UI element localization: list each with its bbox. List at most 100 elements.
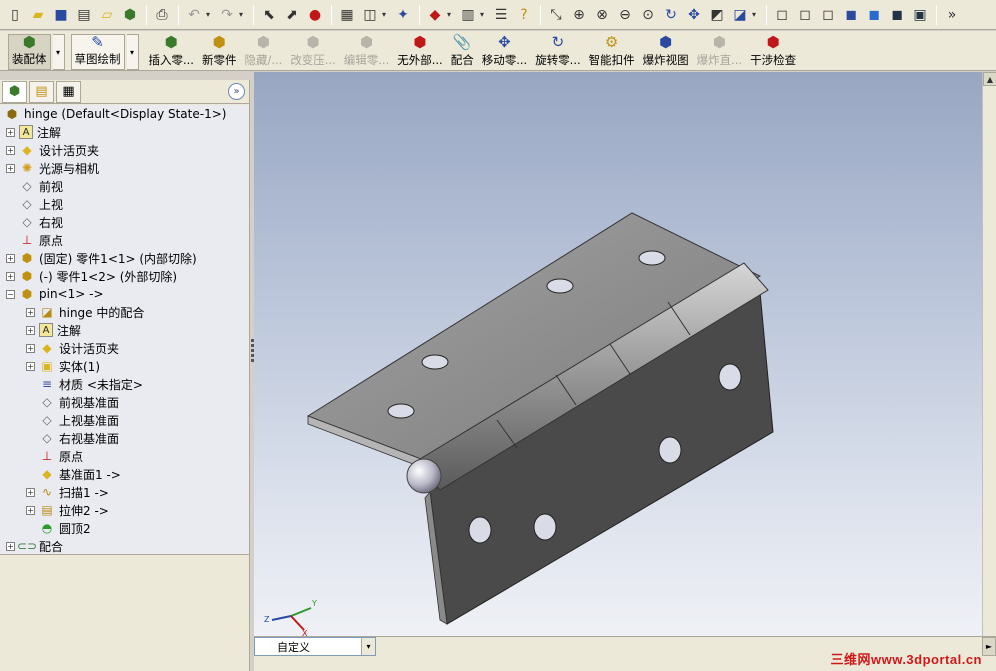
view-orientation-select[interactable]: 自定义 ▾ — [254, 637, 376, 656]
sketch-dropdown[interactable]: ▾ — [126, 34, 139, 70]
chevron-down-icon[interactable]: ▾ — [361, 638, 375, 655]
display-style-icon[interactable]: ◪ — [729, 4, 751, 26]
chevron-down-icon[interactable]: ▾ — [480, 10, 488, 19]
display-pane-icon[interactable]: ▥ — [457, 4, 479, 26]
chevron-down-icon[interactable]: ▾ — [206, 10, 214, 19]
view-orient-icon[interactable]: ◫ — [359, 4, 381, 26]
appearance-icon[interactable]: ◆ — [424, 4, 446, 26]
pin-head[interactable] — [406, 458, 442, 494]
insert-component-button[interactable]: ⬢ 插入零... — [145, 33, 198, 70]
vertical-scrollbar[interactable]: ▲ — [982, 72, 996, 636]
redo-icon[interactable]: ↷ — [216, 4, 238, 26]
select-icon[interactable]: ⬉ — [258, 4, 280, 26]
rotate-icon[interactable]: ✦ — [392, 4, 414, 26]
chevron-down-icon[interactable]: ▾ — [447, 10, 455, 19]
tree-node[interactable]: ≡ 材质 <未指定> — [26, 375, 143, 393]
tree-node[interactable]: ⊥ 原点 — [26, 447, 83, 465]
hidden-removed-icon[interactable]: ◻ — [817, 4, 839, 26]
hidden-lines-icon[interactable]: ◻ — [794, 4, 816, 26]
tree-node[interactable]: + ▤ 拉伸2 -> — [26, 501, 109, 519]
tree-node[interactable]: + ▣ 实体(1) — [26, 357, 100, 375]
new-icon[interactable]: ▯ — [4, 4, 26, 26]
expand-icon[interactable]: + — [6, 163, 15, 173]
scroll-right-icon[interactable]: ► — [982, 637, 996, 656]
tree-node[interactable]: ⊥ 原点 — [6, 231, 63, 249]
tree-node[interactable]: ◇ 右视基准面 — [26, 429, 119, 447]
open-folder-icon[interactable]: ▱ — [96, 4, 118, 26]
options-icon[interactable]: ⬢ — [119, 4, 141, 26]
tree-node[interactable]: + ◆ 设计活页夹 — [26, 339, 119, 357]
collapse-icon[interactable]: − — [6, 289, 15, 299]
tree-node[interactable]: ◇ 上视基准面 — [26, 411, 119, 429]
scroll-up-icon[interactable]: ▲ — [983, 72, 996, 86]
assembly-tab[interactable]: ⬢ 装配体 — [8, 33, 51, 70]
tree-node[interactable]: + ⊂⊃ 配合 — [6, 537, 63, 555]
sketch-tab[interactable]: ✎ 草图绘制 — [70, 33, 125, 70]
list-icon[interactable]: ☰ — [490, 4, 512, 26]
print-preview-icon[interactable]: ▤ — [73, 4, 95, 26]
tree-node[interactable]: + ⬢ (固定) 零件1<1> (内部切除) — [6, 249, 197, 267]
traffic-light-icon[interactable]: ● — [304, 4, 326, 26]
expand-icon[interactable]: + — [6, 271, 15, 281]
help-icon[interactable]: ? — [513, 4, 535, 26]
open-icon[interactable]: ▰ — [27, 4, 49, 26]
new-part-button[interactable]: ⬢ 新零件 — [198, 33, 241, 70]
tree-node[interactable]: ◓ 圆顶2 — [26, 519, 91, 537]
shadows-icon[interactable]: ◼ — [886, 4, 908, 26]
tree-node[interactable]: ◇ 前视 — [6, 177, 63, 195]
zoom-select-icon[interactable]: ⊗ — [591, 4, 613, 26]
no-external-refs-button[interactable]: ⬢ 无外部... — [393, 33, 446, 70]
move-component-button[interactable]: ✥ 移动零... — [478, 33, 531, 70]
expand-icon[interactable]: + — [6, 253, 15, 263]
tree-node[interactable]: − ⬢ pin<1> -> — [6, 285, 104, 303]
exploded-view-button[interactable]: ⬢ 爆炸视图 — [639, 33, 693, 70]
expand-icon[interactable]: + — [6, 541, 15, 551]
section-icon[interactable]: ◩ — [706, 4, 728, 26]
chevron-down-icon[interactable]: ▾ — [752, 10, 760, 19]
chevron-down-icon[interactable]: ▾ — [382, 10, 390, 19]
expand-icon[interactable]: + — [26, 307, 35, 317]
expand-icon[interactable]: + — [26, 361, 35, 371]
more-icon[interactable]: » — [941, 4, 963, 26]
graphics-area[interactable]: Y X Z ▲ 自定义 ▾ ► 三维网www.3dportal.cn — [254, 72, 996, 671]
change-suppression-button[interactable]: ⬢ 改变压... — [286, 33, 339, 70]
zoom-in-icon[interactable]: ⊖ — [614, 4, 636, 26]
assembly-dropdown[interactable]: ▾ — [52, 34, 65, 70]
tree-node[interactable]: + ∿ 扫描1 -> — [26, 483, 109, 501]
save-icon[interactable]: ■ — [50, 4, 72, 26]
tree-node[interactable]: ◇ 上视 — [6, 195, 63, 213]
tree-node[interactable]: + A 注解 — [26, 321, 81, 339]
expand-icon[interactable]: + — [26, 487, 35, 497]
mate-button[interactable]: 📎 配合 — [447, 33, 478, 70]
zoom-prev-icon[interactable]: ⊙ — [637, 4, 659, 26]
rotate-component-button[interactable]: ↻ 旋转零... — [531, 33, 584, 70]
perspective-icon[interactable]: ▣ — [909, 4, 931, 26]
expand-icon[interactable]: + — [6, 127, 15, 137]
tree-node[interactable]: + A 注解 — [6, 123, 61, 141]
chevron-down-icon[interactable]: ▾ — [239, 10, 247, 19]
tree-node[interactable]: + ✺ 光源与相机 — [6, 159, 99, 177]
tree-node[interactable]: ◇ 右视 — [6, 213, 63, 231]
print-icon[interactable]: ⎙ — [151, 4, 173, 26]
zoom-fit-icon[interactable]: ⤡ — [545, 4, 567, 26]
tree-node[interactable]: ◇ 前视基准面 — [26, 393, 119, 411]
hide-show-button[interactable]: ⬢ 隐藏/... — [240, 33, 286, 70]
tree-node[interactable]: ◆ 基准面1 -> — [26, 465, 120, 483]
tree-node[interactable]: + ⬢ (-) 零件1<2> (外部切除) — [6, 267, 177, 285]
shaded-icon[interactable]: ◼ — [863, 4, 885, 26]
expand-icon[interactable]: + — [26, 505, 35, 515]
pan-icon[interactable]: ✥ — [683, 4, 705, 26]
expand-icon[interactable]: + — [26, 343, 35, 353]
interference-check-button[interactable]: ⬢ 干涉检查 — [746, 33, 800, 70]
expand-icon[interactable]: + — [26, 325, 35, 335]
tree-root[interactable]: ⬢ hinge (Default<Display State-1>) — [4, 105, 227, 123]
zoom-area-icon[interactable]: ⊕ — [568, 4, 590, 26]
smart-select-icon[interactable]: ⬈ — [281, 4, 303, 26]
feature-tree-tab[interactable]: ⬢ — [2, 80, 27, 103]
expand-icon[interactable]: + — [6, 145, 15, 155]
explode-line-button[interactable]: ⬢ 爆炸直... — [693, 33, 746, 70]
hinge-model[interactable] — [254, 72, 982, 636]
edit-component-button[interactable]: ⬢ 编辑零... — [340, 33, 393, 70]
config-tab[interactable]: ▦ — [56, 80, 81, 103]
undo-icon[interactable]: ↶ — [183, 4, 205, 26]
